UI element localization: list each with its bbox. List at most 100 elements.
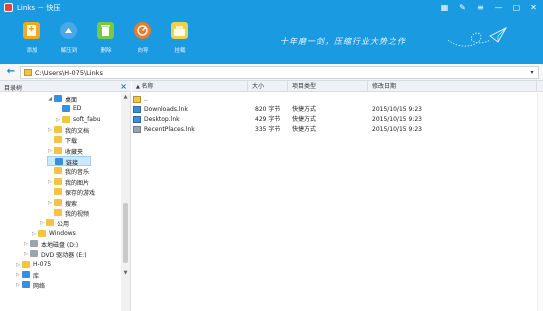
extract-button[interactable]: 解压到 xyxy=(54,18,84,58)
menu-icon[interactable]: ≡ xyxy=(474,1,487,14)
tree-item[interactable]: 保存的游戏 xyxy=(47,187,118,197)
tree-item-label: soft_fabu xyxy=(73,115,101,123)
tree-item[interactable]: ▷ 我的图片 xyxy=(47,177,118,187)
address-bar: ← C:\Users\H-075\Links ▾ xyxy=(0,64,543,81)
add-button[interactable]: 添加 xyxy=(17,18,47,58)
tree-item[interactable]: ▷ 公用 xyxy=(39,218,118,228)
column-name[interactable]: ▲ 名称 xyxy=(132,81,248,92)
expand-arrow-icon[interactable] xyxy=(48,158,54,166)
tree-item[interactable]: 我的视频 xyxy=(47,208,118,218)
maximize-icon[interactable]: ▢ xyxy=(510,1,523,14)
column-type[interactable]: 项目类型 xyxy=(288,81,368,92)
close-icon[interactable]: × xyxy=(120,81,127,92)
folder-icon xyxy=(22,260,30,268)
tree-item[interactable]: 链接 xyxy=(47,156,91,167)
path-input[interactable]: C:\Users\H-075\Links ▾ xyxy=(20,66,539,79)
expand-arrow-icon[interactable]: ▷ xyxy=(23,240,29,248)
tree-item[interactable]: ▷ 收藏夹 xyxy=(47,146,118,156)
tree-item-label: 我的音乐 xyxy=(65,169,90,177)
expand-arrow-icon[interactable] xyxy=(47,167,53,175)
add-icon xyxy=(23,22,40,39)
list-header: ▲ 名称 大小 项目类型 修改日期 xyxy=(132,81,543,92)
file-type: 快捷方式 xyxy=(292,116,317,123)
folder-icon xyxy=(30,250,38,258)
wizard-button[interactable]: 向导 xyxy=(128,18,158,58)
expand-arrow-icon[interactable] xyxy=(55,105,61,113)
back-arrow-icon[interactable]: ← xyxy=(5,66,17,78)
tree-title: 目录树 xyxy=(4,85,23,92)
delete-label: 删除 xyxy=(100,48,112,54)
expand-arrow-icon[interactable] xyxy=(47,188,53,196)
expand-arrow-icon[interactable]: ▷ xyxy=(47,147,53,155)
tree-item[interactable]: ED xyxy=(55,104,118,114)
file-list: ▲ 名称 大小 项目类型 修改日期 .. Downloads.lnk 820 字节快… xyxy=(132,81,543,311)
tree-item[interactable]: ▷ 网络 xyxy=(15,280,118,290)
close-icon[interactable]: ✕ xyxy=(527,1,540,14)
mount-icon xyxy=(171,22,188,39)
tree-item[interactable]: ▷ 库 xyxy=(15,270,118,280)
scroll-down-icon[interactable]: ▼ xyxy=(121,269,130,277)
tree-item-label: 保存的游戏 xyxy=(65,190,96,198)
list-scrollbar[interactable] xyxy=(537,93,543,311)
tree-item[interactable]: ▷ 我的文档 xyxy=(47,125,118,135)
expand-arrow-icon[interactable]: ▷ xyxy=(39,219,45,227)
tree-item[interactable]: ▷ 本地磁盘 (D:) xyxy=(23,239,118,249)
tree-item[interactable]: ◢ 桌面 xyxy=(47,94,118,104)
folder-icon xyxy=(54,136,62,144)
wrench-icon[interactable]: ✎ xyxy=(456,1,469,14)
delete-button[interactable]: 删除 xyxy=(91,18,121,58)
expand-arrow-icon[interactable]: ▷ xyxy=(55,116,61,124)
title-bar: Links － 快压 ▦ ✎ ≡ — ▢ ✕ xyxy=(0,0,543,16)
tree-item[interactable]: 我的音乐 xyxy=(47,166,118,176)
column-size[interactable]: 大小 xyxy=(248,81,288,92)
list-item[interactable]: Desktop.lnk 429 字节 快捷方式 2015/10/15 9:23 xyxy=(132,115,537,124)
tree-scrollbar[interactable]: ▲ ▼ xyxy=(121,93,130,311)
expand-arrow-icon[interactable]: ▷ xyxy=(15,281,21,289)
mount-button[interactable]: 挂载 xyxy=(165,18,195,58)
expand-arrow-icon[interactable] xyxy=(47,136,53,144)
grid-icon[interactable]: ▦ xyxy=(438,1,451,14)
list-item[interactable]: .. xyxy=(132,95,537,104)
tree-item-label: ED xyxy=(73,105,82,113)
path-text: C:\Users\H-075\Links xyxy=(35,69,103,77)
file-date: 2015/10/15 9:23 xyxy=(372,126,422,133)
scroll-thumb[interactable] xyxy=(123,203,128,263)
tree-item[interactable]: ▷ soft_fabu xyxy=(55,115,118,125)
tree-item-label: 库 xyxy=(33,272,40,280)
folder-icon xyxy=(54,177,62,185)
tree-item[interactable]: ▷ 搜索 xyxy=(47,198,118,208)
folder-icon xyxy=(54,146,62,154)
tree-item-label: 搜索 xyxy=(65,200,78,208)
wizard-label: 向导 xyxy=(137,48,149,54)
tree-item[interactable]: ▷ H-075 xyxy=(15,260,118,270)
folder-icon xyxy=(22,281,30,289)
folder-icon xyxy=(22,270,30,278)
expand-arrow-icon[interactable]: ▷ xyxy=(47,126,53,134)
tree-item[interactable]: 下载 xyxy=(47,135,118,145)
expand-arrow-icon[interactable]: ▷ xyxy=(23,250,29,258)
column-date[interactable]: 修改日期 xyxy=(368,81,537,92)
list-item[interactable]: Downloads.lnk 820 字节 快捷方式 2015/10/15 9:23 xyxy=(132,105,537,114)
window-title: Links － 快压 xyxy=(17,4,61,12)
tree-item-label: DVD 驱动器 (E:) xyxy=(41,252,87,260)
expand-arrow-icon[interactable]: ▷ xyxy=(47,199,53,207)
expand-arrow-icon[interactable]: ▷ xyxy=(31,230,37,238)
list-item[interactable]: RecentPlaces.lnk 335 字节 快捷方式 2015/10/15 9:2… xyxy=(132,125,537,134)
tree-item[interactable]: ▷ Windows xyxy=(31,229,118,239)
minimize-icon[interactable]: — xyxy=(492,1,505,14)
tree-header: 目录树 × xyxy=(0,81,131,92)
expand-arrow-icon[interactable] xyxy=(47,209,53,217)
tree-item[interactable]: ▷ DVD 驱动器 (E:) xyxy=(23,249,118,259)
file-name: Desktop.lnk xyxy=(144,116,180,123)
expand-arrow-icon[interactable]: ▷ xyxy=(47,178,53,186)
expand-arrow-icon[interactable]: ◢ xyxy=(47,95,53,103)
tree-item-label: 公用 xyxy=(57,221,70,229)
directory-tree: 目录树 × ◢ 桌面 ED ▷ soft_fabu ▷ 我的文档 下载 ▷ 收藏夹 链接 我的音乐 ▷ 我… xyxy=(0,81,131,311)
chevron-down-icon[interactable]: ▾ xyxy=(528,67,536,78)
shortcut-icon xyxy=(133,116,141,123)
scroll-up-icon[interactable]: ▲ xyxy=(121,93,130,101)
expand-arrow-icon[interactable]: ▷ xyxy=(15,271,21,279)
folder-icon xyxy=(54,167,62,175)
expand-arrow-icon[interactable]: ▷ xyxy=(15,261,21,269)
folder-icon xyxy=(55,158,63,166)
